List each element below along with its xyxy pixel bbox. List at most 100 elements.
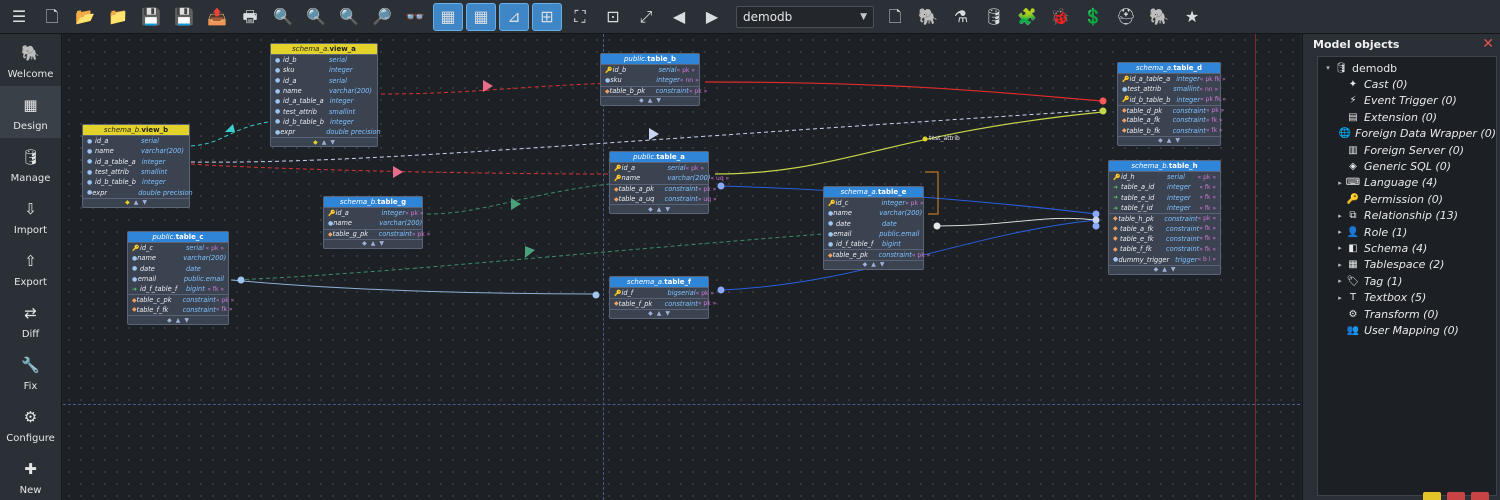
table-row[interactable]: ● name varchar(200) bbox=[83, 146, 189, 156]
model-objects-tree[interactable]: ▾ 🛢 demodb ✦ Cast (0) ⚡ Event Trigger (0) ▤ E… bbox=[1317, 56, 1497, 496]
sidebar-item-import[interactable]: ⇩ Import bbox=[0, 190, 61, 242]
table-row[interactable]: ➜ table_a_id integer « fk » bbox=[1109, 182, 1220, 192]
table-table-e[interactable]: schema_a.table_e 🔑 id_c integer « pk » ● name v… bbox=[823, 186, 930, 270]
table-table-f[interactable]: schema_a.table_f 🔑 id_f bigserial « pk » ◆ tab… bbox=[609, 276, 716, 319]
tree-root-item[interactable]: ▾ 🛢 demodb bbox=[1318, 60, 1496, 76]
tree-item-tablespace[interactable]: ▸ ▦ Tablespace (2) bbox=[1318, 257, 1496, 273]
find-button[interactable]: 🔎 bbox=[367, 3, 397, 31]
table-row[interactable]: ◆ table_f_fk constraint « fk » bbox=[1109, 244, 1220, 254]
menu-button[interactable]: ☰ bbox=[4, 3, 34, 31]
table-row[interactable]: ● name varchar(200) bbox=[128, 253, 228, 263]
table-row[interactable]: ◆ table_c_pk constraint « pk » bbox=[128, 294, 234, 304]
view-view-b[interactable]: schema_b.view_b ● id_a serial ● name varchar(2… bbox=[82, 124, 193, 208]
table-table-b[interactable]: public.table_b 🔑 id_b serial « pk » ● sku integ… bbox=[600, 53, 707, 106]
table-row[interactable]: ● id_b_table_b integer bbox=[83, 177, 189, 187]
chevron-right-icon[interactable]: ▸ bbox=[1334, 179, 1346, 187]
table-row[interactable]: ◆ table_a_fk constraint « fk » bbox=[1118, 115, 1223, 125]
table-row[interactable]: 🔑 id_h serial « pk » bbox=[1109, 172, 1220, 182]
table-row[interactable]: 🔑 name varchar(200) « uq » bbox=[610, 173, 729, 183]
expand-icon[interactable]: ▼ bbox=[1171, 266, 1176, 273]
save-button[interactable]: 💾 bbox=[136, 3, 166, 31]
table-table-d[interactable]: schema_a.table_d 🔑 id_a_table_a integer « pk… bbox=[1117, 62, 1226, 146]
tree-item-transform[interactable]: ⚙ Transform (0) bbox=[1318, 306, 1496, 322]
attributes-toggle-icon[interactable]: ◆ bbox=[1158, 137, 1163, 144]
sidebar-item-design[interactable]: ▦ Design bbox=[0, 86, 61, 138]
expand-button[interactable]: ⤢ bbox=[631, 3, 661, 31]
donate-button[interactable]: 💲 bbox=[1078, 3, 1108, 31]
attributes-toggle-icon[interactable]: ◆ bbox=[863, 261, 868, 268]
table-row[interactable]: 🔑 id_b serial « pk » bbox=[601, 65, 699, 75]
tree-item-relationship[interactable]: ▸ ⧉ Relationship (13) bbox=[1318, 208, 1496, 224]
chevron-right-icon[interactable]: ▸ bbox=[1334, 212, 1346, 220]
tree-item-permission[interactable]: 🔑 Permission (0) bbox=[1318, 191, 1496, 207]
attributes-toggle-icon[interactable]: ◆ bbox=[167, 317, 172, 324]
new-model-button[interactable]: 🗋 bbox=[37, 3, 67, 31]
table-row[interactable]: ● id_a serial bbox=[83, 136, 189, 146]
expand-icon[interactable]: ▼ bbox=[665, 206, 670, 213]
table-row[interactable]: ● id_a_table_a integer bbox=[83, 157, 189, 167]
collapse-icon[interactable]: ▲ bbox=[648, 97, 653, 104]
open-folder-button[interactable]: 📁 bbox=[103, 3, 133, 31]
close-model-button[interactable]: 🗋 bbox=[880, 3, 910, 31]
tree-item-schema[interactable]: ▸ ◧ Schema (4) bbox=[1318, 240, 1496, 256]
new-version-button[interactable]: ★ bbox=[1177, 3, 1207, 31]
chevron-down-icon[interactable]: ▾ bbox=[1322, 64, 1334, 72]
table-row[interactable]: ● id_a serial bbox=[271, 76, 377, 86]
table-row[interactable]: ● id_a_table_a integer bbox=[271, 96, 377, 106]
back-button[interactable]: ◀ bbox=[664, 3, 694, 31]
save-as-button[interactable]: 💾 bbox=[169, 3, 199, 31]
ci-button[interactable]: 🧩 bbox=[1012, 3, 1042, 31]
expand-icon[interactable]: ▼ bbox=[142, 199, 147, 206]
expand-icon[interactable]: ▼ bbox=[656, 97, 661, 104]
collapse-icon[interactable]: ▲ bbox=[1167, 137, 1172, 144]
table-row[interactable]: ◆ table_b_fk constraint « fk » bbox=[1118, 125, 1223, 135]
table-row[interactable]: ◆ table_e_pk constraint « pk » bbox=[824, 249, 930, 259]
collapse-icon[interactable]: ▲ bbox=[871, 261, 876, 268]
tree-item-foreign-data-wrapper[interactable]: 🌐 Foreign Data Wrapper (0) bbox=[1318, 126, 1496, 142]
table-table-a[interactable]: public.table_a 🔑 id_a serial « pk » 🔑 name varc… bbox=[609, 151, 729, 215]
table-row[interactable]: 🔑 id_f bigserial « pk » bbox=[610, 288, 714, 298]
attributes-toggle-icon[interactable]: ◆ bbox=[639, 97, 644, 104]
expand-icon[interactable]: ▼ bbox=[330, 139, 335, 146]
zoom-reset-button[interactable]: 🔍 bbox=[301, 3, 331, 31]
sidebar-item-welcome[interactable]: 🐘 Welcome bbox=[0, 34, 61, 86]
table-row[interactable]: 🔑 id_a_table_a integer « pk fk » bbox=[1118, 74, 1226, 84]
binoculars-button[interactable]: 👓 bbox=[400, 3, 430, 31]
table-row[interactable]: ● test_attrib smallint bbox=[271, 106, 377, 116]
table-row[interactable]: ● sku integer bbox=[271, 65, 377, 75]
collapse-icon[interactable]: ▲ bbox=[657, 206, 662, 213]
tree-item-textbox[interactable]: ▸ T Textbox (5) bbox=[1318, 289, 1496, 305]
table-row[interactable]: ● id_f_table_f bigint bbox=[824, 239, 923, 249]
attributes-toggle-icon[interactable]: ◆ bbox=[125, 199, 130, 206]
expand-icon[interactable]: ▼ bbox=[184, 317, 189, 324]
expand-icon[interactable]: ▼ bbox=[665, 310, 670, 317]
tree-item-extension[interactable]: ▤ Extension (0) bbox=[1318, 109, 1496, 125]
table-row[interactable]: ● id_b_table_b integer bbox=[271, 117, 377, 127]
table-row[interactable]: ◆ table_f_fk constraint « fk » bbox=[128, 305, 233, 315]
table-row[interactable]: ● sku integer « nn » bbox=[601, 75, 699, 85]
table-row[interactable]: ● email public.email bbox=[128, 274, 228, 284]
table-row[interactable]: ➜ table_e_id integer « fk » bbox=[1109, 193, 1220, 203]
table-row[interactable]: 🔑 id_a integer « pk » bbox=[324, 208, 424, 218]
table-row[interactable]: ◆ table_b_pk constraint « pk » bbox=[601, 85, 707, 96]
table-row[interactable]: 🔑 id_c integer « pk » bbox=[824, 198, 924, 208]
bug-report-button[interactable]: 🐞 bbox=[1045, 3, 1075, 31]
sidebar-item-export[interactable]: ⇧ Export bbox=[0, 242, 61, 294]
print-button[interactable]: 🖶 bbox=[235, 3, 265, 31]
table-row[interactable]: ◆ table_f_pk constraint « pk » bbox=[610, 298, 716, 308]
table-row[interactable]: ● id_b serial bbox=[271, 55, 377, 65]
attributes-toggle-icon[interactable]: ◆ bbox=[313, 139, 318, 146]
chevron-right-icon[interactable]: ▸ bbox=[1334, 244, 1346, 252]
table-row[interactable]: 🔑 id_a serial « pk » bbox=[610, 163, 708, 173]
expand-icon[interactable]: ▼ bbox=[880, 261, 885, 268]
show-grid-button[interactable]: ▦ bbox=[433, 2, 463, 31]
open-model-button[interactable]: 📂 bbox=[70, 3, 100, 31]
table-row[interactable]: ◆ table_a_pk constraint « pk » bbox=[610, 183, 716, 194]
support-button[interactable]: ⛑ bbox=[1111, 3, 1141, 31]
arrange-button[interactable]: ⊡ bbox=[598, 3, 628, 31]
table-row[interactable]: ◆ table_a_uq constraint « uq » bbox=[610, 194, 717, 204]
table-row[interactable]: ● name varchar(200) bbox=[324, 218, 422, 228]
table-row[interactable]: ● date date bbox=[824, 219, 923, 229]
collapse-icon[interactable]: ▲ bbox=[1162, 266, 1167, 273]
tree-item-user-mapping[interactable]: 👥 User Mapping (0) bbox=[1318, 322, 1496, 338]
